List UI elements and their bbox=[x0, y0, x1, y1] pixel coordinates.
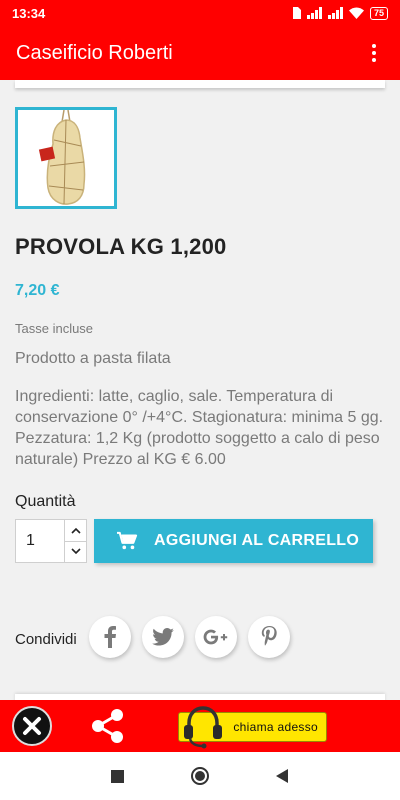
app-title: Caseificio Roberti bbox=[16, 41, 173, 64]
status-icons: 75 bbox=[292, 6, 388, 20]
product-price: 7,20 € bbox=[15, 282, 60, 299]
google-plus-icon bbox=[203, 629, 228, 645]
increment-button[interactable] bbox=[65, 520, 86, 541]
close-button[interactable] bbox=[12, 706, 52, 746]
headset-icon bbox=[184, 706, 222, 749]
system-nav-bar bbox=[0, 752, 400, 800]
signal-icon bbox=[306, 7, 322, 19]
back-button[interactable] bbox=[272, 766, 292, 786]
tax-note: Tasse incluse bbox=[15, 321, 94, 336]
facebook-icon bbox=[104, 626, 116, 648]
back-triangle-icon bbox=[275, 769, 288, 783]
quantity-input[interactable] bbox=[16, 520, 64, 562]
add-to-cart-button[interactable]: AGGIUNGI AL CARRELLO bbox=[94, 519, 373, 563]
product-page: PROVOLA KG 1,200 7,20 € Tasse incluse Pr… bbox=[0, 80, 400, 700]
app-bar: Caseificio Roberti bbox=[0, 26, 400, 80]
call-now-label: chiama adesso bbox=[233, 720, 318, 734]
square-icon bbox=[110, 769, 124, 783]
pinterest-icon bbox=[261, 626, 277, 646]
circle-icon bbox=[191, 767, 209, 785]
close-icon bbox=[23, 717, 41, 735]
product-title: PROVOLA KG 1,200 bbox=[15, 234, 227, 259]
share-label: Condividi bbox=[15, 631, 77, 648]
facebook-share-button[interactable] bbox=[89, 616, 131, 658]
product-description: Ingredienti: latte, caglio, sale. Temper… bbox=[15, 388, 384, 468]
status-bar: 13:34 75 bbox=[0, 0, 400, 26]
decrement-button[interactable] bbox=[65, 540, 86, 563]
home-button[interactable] bbox=[190, 766, 210, 786]
pinterest-share-button[interactable] bbox=[248, 616, 290, 658]
more-vertical-icon[interactable] bbox=[364, 41, 384, 65]
shopping-cart-icon bbox=[117, 531, 138, 550]
twitter-icon bbox=[152, 628, 174, 646]
product-thumbnail[interactable] bbox=[15, 107, 117, 209]
wifi-icon bbox=[348, 7, 364, 19]
short-description: Prodotto a pasta filata bbox=[15, 350, 171, 367]
share-button[interactable] bbox=[88, 706, 128, 746]
google-plus-share-button[interactable] bbox=[195, 616, 237, 658]
twitter-share-button[interactable] bbox=[142, 616, 184, 658]
sim-icon bbox=[292, 7, 301, 19]
status-time: 13:34 bbox=[12, 5, 46, 21]
quantity-stepper bbox=[15, 519, 87, 563]
signal-icon bbox=[327, 7, 343, 19]
battery-icon: 75 bbox=[369, 6, 388, 20]
chevron-down-icon bbox=[70, 548, 81, 555]
add-to-cart-label: AGGIUNGI AL CARRELLO bbox=[154, 532, 360, 549]
card-divider bbox=[15, 80, 385, 88]
chevron-up-icon bbox=[70, 527, 81, 534]
recents-button[interactable] bbox=[107, 766, 127, 786]
provola-cheese-image bbox=[38, 110, 86, 205]
quantity-label: Quantità bbox=[15, 493, 76, 510]
share-icon bbox=[92, 709, 123, 743]
quantity-spinner bbox=[64, 520, 86, 562]
